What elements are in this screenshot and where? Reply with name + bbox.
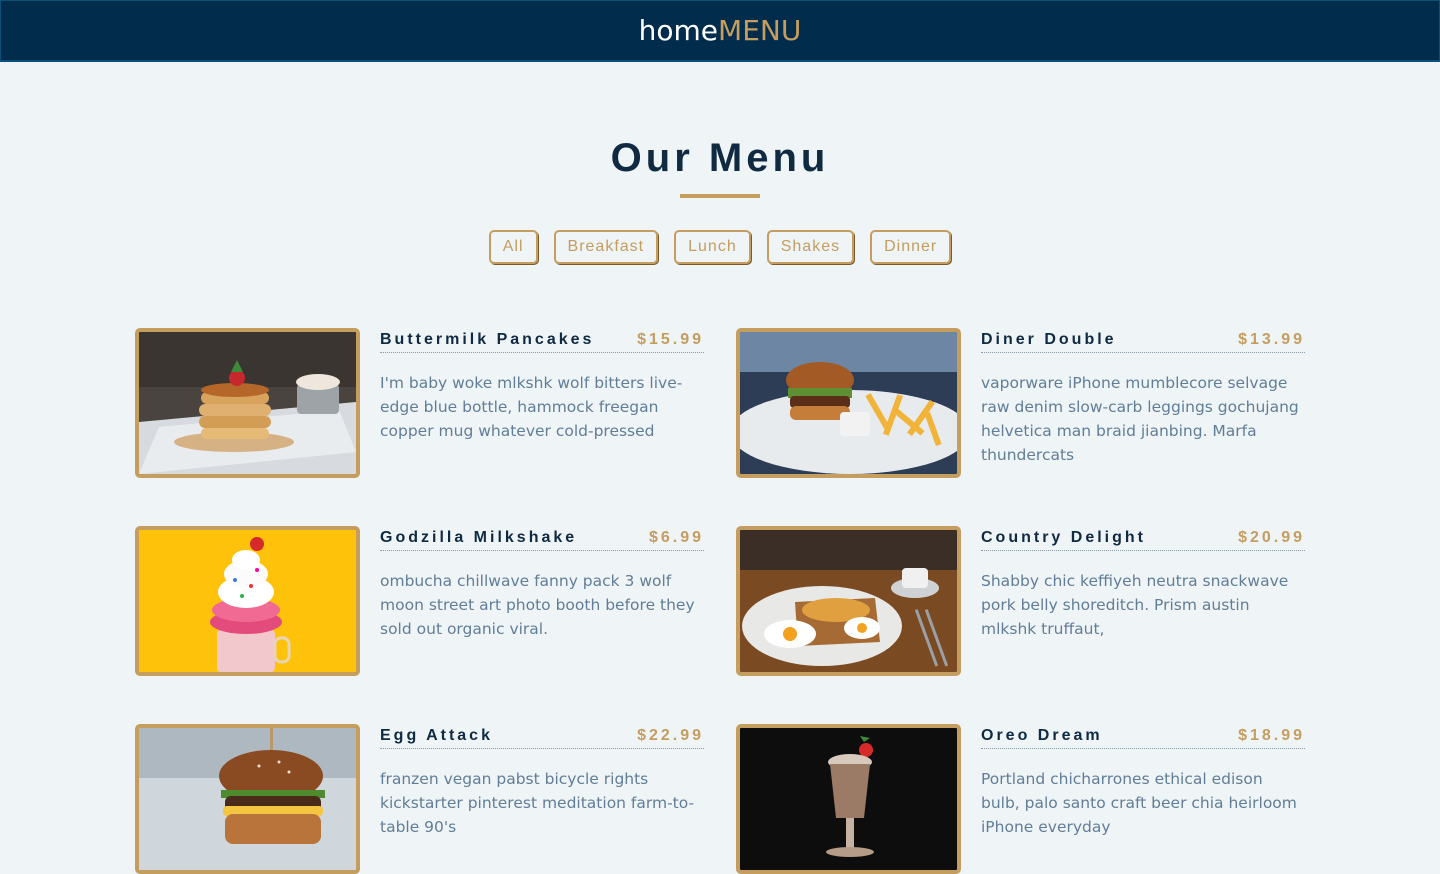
item-price: $6.99 <box>648 529 704 546</box>
filter-dinner-button[interactable]: Dinner <box>870 230 952 264</box>
menu-item: Oreo Dream $18.99 Portland chicharrones … <box>736 724 1306 874</box>
brand-home: home <box>638 14 719 47</box>
item-name: Oreo Dream <box>981 727 1103 744</box>
item-name: Diner Double <box>981 331 1117 348</box>
filter-breakfast-button[interactable]: Breakfast <box>553 230 659 264</box>
brand-menu: MENU <box>718 14 802 47</box>
filter-lunch-button[interactable]: Lunch <box>674 230 751 264</box>
item-description: franzen vegan pabst bicycle rights kicks… <box>380 770 695 836</box>
navbar: homeMENU <box>0 0 1440 62</box>
item-price: $18.99 <box>1238 727 1305 744</box>
menu-item: Godzilla Milkshake $6.99 ombucha chillwa… <box>135 526 705 676</box>
item-name: Country Delight <box>981 529 1146 546</box>
item-info: Diner Double $13.99 vaporware iPhone mum… <box>981 328 1305 467</box>
item-info: Godzilla Milkshake $6.99 ombucha chillwa… <box>380 526 704 641</box>
eggs-toast-photo <box>736 526 961 676</box>
milkshake-photo <box>135 526 360 676</box>
item-name: Buttermilk Pancakes <box>380 331 595 348</box>
menu-item: Diner Double $13.99 vaporware iPhone mum… <box>736 328 1306 478</box>
filter-bar: All Breakfast Lunch Shakes Dinner <box>0 230 1440 264</box>
egg-burger-photo <box>135 724 360 874</box>
item-description: Shabby chic keffiyeh neutra snackwave po… <box>981 572 1289 638</box>
item-description: I'm baby woke mlkshk wolf bitters live-e… <box>380 374 683 440</box>
item-name: Godzilla Milkshake <box>380 529 578 546</box>
item-description: vaporware iPhone mumblecore selvage raw … <box>981 374 1299 464</box>
page-title: Our Menu <box>610 136 830 180</box>
title-underline <box>680 194 760 198</box>
item-price: $22.99 <box>637 727 704 744</box>
item-info: Oreo Dream $18.99 Portland chicharrones … <box>981 724 1305 839</box>
menu-item: Egg Attack $22.99 franzen vegan pabst bi… <box>135 724 705 874</box>
menu-item: Buttermilk Pancakes $15.99 I'm baby woke… <box>135 328 705 478</box>
item-info: Egg Attack $22.99 franzen vegan pabst bi… <box>380 724 704 839</box>
filter-shakes-button[interactable]: Shakes <box>766 230 855 264</box>
filter-all-button[interactable]: All <box>488 230 538 264</box>
item-price: $20.99 <box>1238 529 1305 546</box>
menu-item: Country Delight $20.99 Shabby chic keffi… <box>736 526 1306 676</box>
brand-logo[interactable]: homeMENU <box>639 14 802 47</box>
burger-fries-photo <box>736 328 961 478</box>
item-name: Egg Attack <box>380 727 493 744</box>
item-description: ombucha chillwave fanny pack 3 wolf moon… <box>380 572 695 638</box>
item-description: Portland chicharrones ethical edison bul… <box>981 770 1297 836</box>
pancakes-photo <box>135 328 360 478</box>
item-price: $13.99 <box>1238 331 1305 348</box>
item-info: Country Delight $20.99 Shabby chic keffi… <box>981 526 1305 641</box>
item-price: $15.99 <box>637 331 704 348</box>
item-info: Buttermilk Pancakes $15.99 I'm baby woke… <box>380 328 704 443</box>
oreo-shake-photo <box>736 724 961 874</box>
